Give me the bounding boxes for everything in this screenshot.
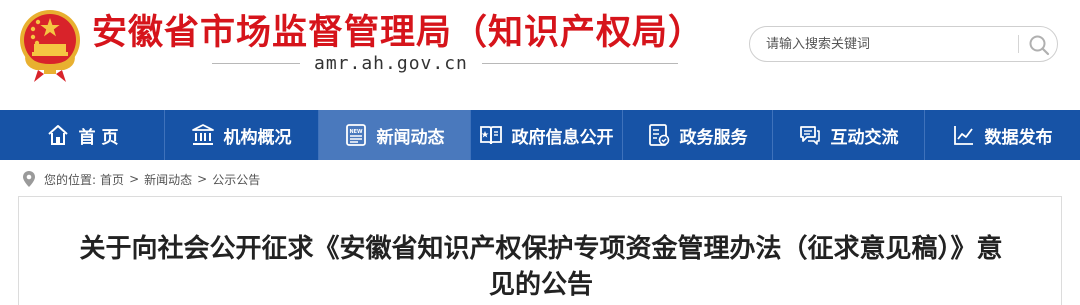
nav-label: 政务服务	[679, 127, 748, 148]
location-pin-icon	[23, 171, 35, 187]
nav-label: 新闻动态	[376, 127, 445, 148]
nav-label: 数据发布	[984, 127, 1053, 148]
breadcrumb-prefix: 您的位置:	[44, 172, 97, 187]
article-panel: 关于向社会公开征求《安徽省知识产权保护专项资金管理办法（征求意见稿）》意见的公告	[18, 196, 1062, 305]
institution-icon	[191, 124, 214, 145]
breadcrumb-separator: >	[197, 172, 208, 186]
svg-text:NEW: NEW	[349, 129, 363, 135]
site-header: 安徽省市场监督管理局（知识产权局） amr.ah.gov.cn	[0, 0, 1080, 108]
search-input[interactable]	[766, 34, 1016, 54]
breadcrumb-home[interactable]: 首页	[100, 171, 124, 188]
nav-label: 互动交流	[830, 127, 899, 148]
main-nav: 首 页 机构概况 NEW 新闻动态 政府信息公开 政务服务 互动交流 数据发布	[0, 110, 1080, 160]
service-document-icon	[648, 124, 669, 146]
site-title[interactable]: 安徽省市场监督管理局（知识产权局）	[92, 10, 704, 56]
national-emblem-icon[interactable]	[16, 8, 84, 84]
chat-icon	[799, 126, 820, 145]
nav-label: 政府信息公开	[511, 127, 614, 148]
nav-item-gov-info[interactable]: 政府信息公开	[470, 110, 622, 160]
breadcrumb-announcements[interactable]: 公示公告	[212, 171, 260, 188]
breadcrumb-news[interactable]: 新闻动态	[144, 171, 192, 188]
nav-label: 首 页	[78, 127, 119, 148]
breadcrumb: 您的位置: 首页 > 新闻动态 > 公示公告	[22, 168, 260, 190]
search-divider	[1018, 35, 1019, 53]
open-book-icon	[479, 126, 502, 145]
news-icon: NEW	[345, 124, 366, 146]
nav-item-interaction[interactable]: 互动交流	[772, 110, 924, 160]
article-title: 关于向社会公开征求《安徽省知识产权保护专项资金管理办法（征求意见稿）》意见的公告	[79, 234, 1003, 300]
nav-label: 机构概况	[223, 127, 292, 148]
chart-icon	[953, 126, 973, 145]
search-icon[interactable]	[1027, 33, 1051, 57]
home-icon	[47, 125, 68, 145]
search-box	[749, 26, 1058, 62]
nav-item-data[interactable]: 数据发布	[924, 110, 1080, 160]
nav-item-home[interactable]: 首 页	[0, 110, 164, 160]
breadcrumb-separator: >	[129, 172, 140, 186]
site-domain: amr.ah.gov.cn	[300, 52, 482, 76]
nav-item-services[interactable]: 政务服务	[622, 110, 772, 160]
nav-item-institution[interactable]: 机构概况	[164, 110, 318, 160]
nav-item-news[interactable]: NEW 新闻动态	[318, 110, 470, 160]
